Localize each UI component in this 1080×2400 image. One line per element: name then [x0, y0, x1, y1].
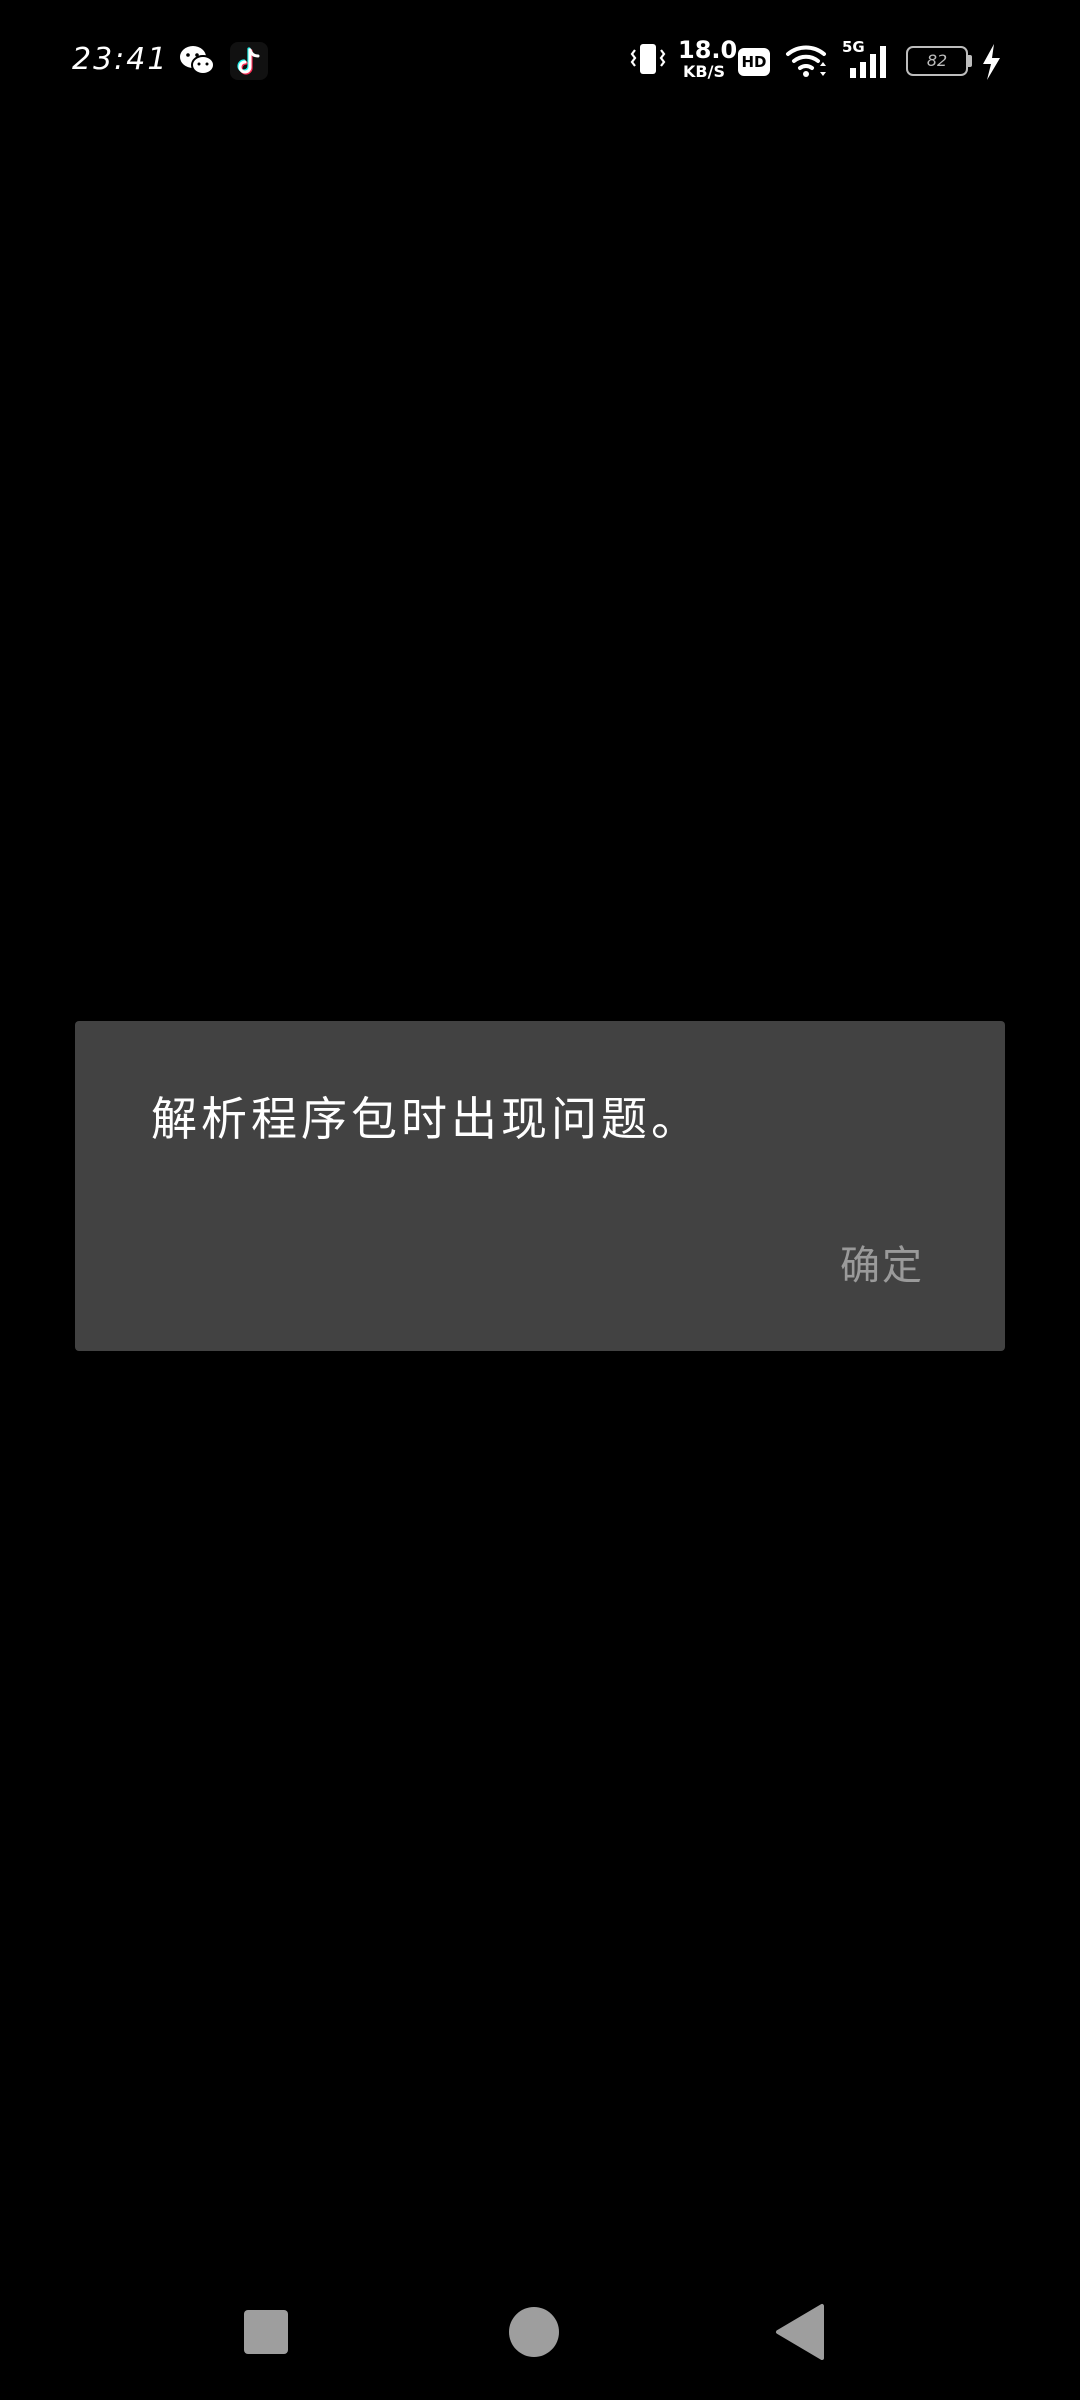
status-bar: 23:41 18.0 KB/S HD 5G 82: [0, 0, 1080, 120]
battery-tip: [968, 55, 972, 67]
charging-icon: [978, 38, 1004, 86]
home-button[interactable]: [502, 2300, 566, 2364]
net-speed: 18.0 KB/S: [678, 36, 738, 86]
square-icon: [244, 2310, 288, 2354]
back-button[interactable]: [770, 2300, 834, 2364]
vibrate-icon: [628, 38, 668, 86]
hd-badge: HD: [738, 48, 770, 76]
back-triangle-icon: [776, 2304, 824, 2360]
network-type-label: 5G: [842, 38, 865, 56]
tiktok-icon: [230, 42, 268, 80]
signal-5g-icon: 5G: [840, 38, 892, 86]
net-speed-unit: KB/S: [683, 62, 725, 81]
circle-icon: [509, 2307, 559, 2357]
wifi-icon: [784, 38, 832, 86]
status-time: 23:41: [72, 42, 169, 77]
parse-error-dialog: 解析程序包时出现问题。 确定: [75, 1021, 1005, 1351]
net-speed-value: 18.0: [678, 36, 738, 64]
screen: 23:41 18.0 KB/S HD 5G 82 解析程序包时出现问题。 确定: [0, 0, 1080, 2400]
dialog-message: 解析程序包时出现问题。: [151, 1092, 701, 1146]
wechat-icon: [178, 42, 216, 80]
battery-indicator: 82: [906, 46, 968, 76]
recents-button[interactable]: [234, 2300, 298, 2364]
confirm-button[interactable]: 确定: [822, 1231, 942, 1301]
